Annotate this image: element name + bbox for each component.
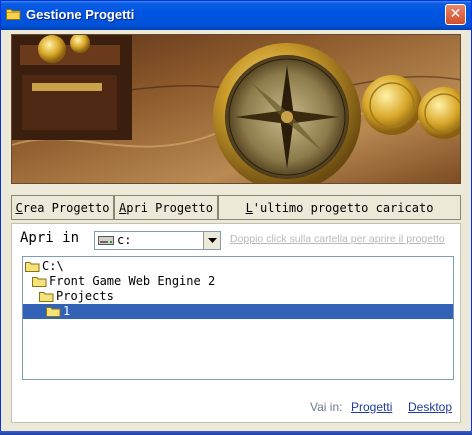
folder-icon [39,292,54,302]
folder-browser-panel: Apri in c: Doppio click sulla cartella p… [11,223,461,423]
drive-value: c: [117,233,132,247]
tree-item-1[interactable]: 1 [23,304,453,319]
tree-item-label: 1 [63,304,71,318]
last-project-label: 'ultimo progetto caricato [252,200,434,215]
tree-item-label: C:\ [42,259,64,273]
tree-item-label: Front Game Web Engine 2 [49,274,216,288]
double-click-hint: Doppio click sulla cartella per aprire i… [230,233,445,245]
title-bar[interactable]: Gestione Progetti ✕ [1,1,471,30]
close-button[interactable]: ✕ [445,4,466,25]
chevron-down-icon [207,238,217,243]
open-in-label: Apri in [20,230,80,246]
create-project-button[interactable]: Crea Progetto [11,195,114,220]
tree-item-front-game[interactable]: Front Game Web Engine 2 [23,274,453,289]
folder-tree[interactable]: C:\ Front Game Web Engine 2 Projects 1 [22,256,454,380]
open-project-label: pri Progetto [126,200,213,215]
last-project-button[interactable]: L'ultimo progetto caricato [218,195,461,220]
last-project-hotkey: L [245,200,253,215]
window-title: Gestione Progetti [26,7,135,22]
tree-item-root[interactable]: C:\ [23,259,453,274]
open-project-hotkey: A [119,200,127,215]
dropdown-arrow-button[interactable] [203,232,220,249]
project-toolbar: Crea Progetto Apri Progetto L'ultimo pro… [11,195,461,220]
folder-icon [32,277,47,287]
tree-item-projects[interactable]: Projects [23,289,453,304]
compass-map-picture [12,35,460,183]
desktop-link[interactable]: Desktop [408,400,452,414]
create-project-hotkey: C [15,200,23,215]
drive-dropdown[interactable]: c: [94,231,221,250]
close-icon: ✕ [449,6,462,22]
drive-icon [98,236,114,245]
folder-icon [6,9,21,20]
open-project-button[interactable]: Apri Progetto [114,195,218,220]
folder-icon [25,262,40,272]
projects-link[interactable]: Progetti [351,400,392,414]
go-to-label: Vai in: [310,400,343,414]
window: Gestione Progetti ✕ C rea Progetto A pri… [0,0,472,435]
banner-image [11,34,461,184]
folder-icon [46,307,61,317]
create-project-label: rea Progetto [22,200,110,215]
tree-item-label: Projects [56,289,114,303]
taskbar-edge [0,431,472,435]
